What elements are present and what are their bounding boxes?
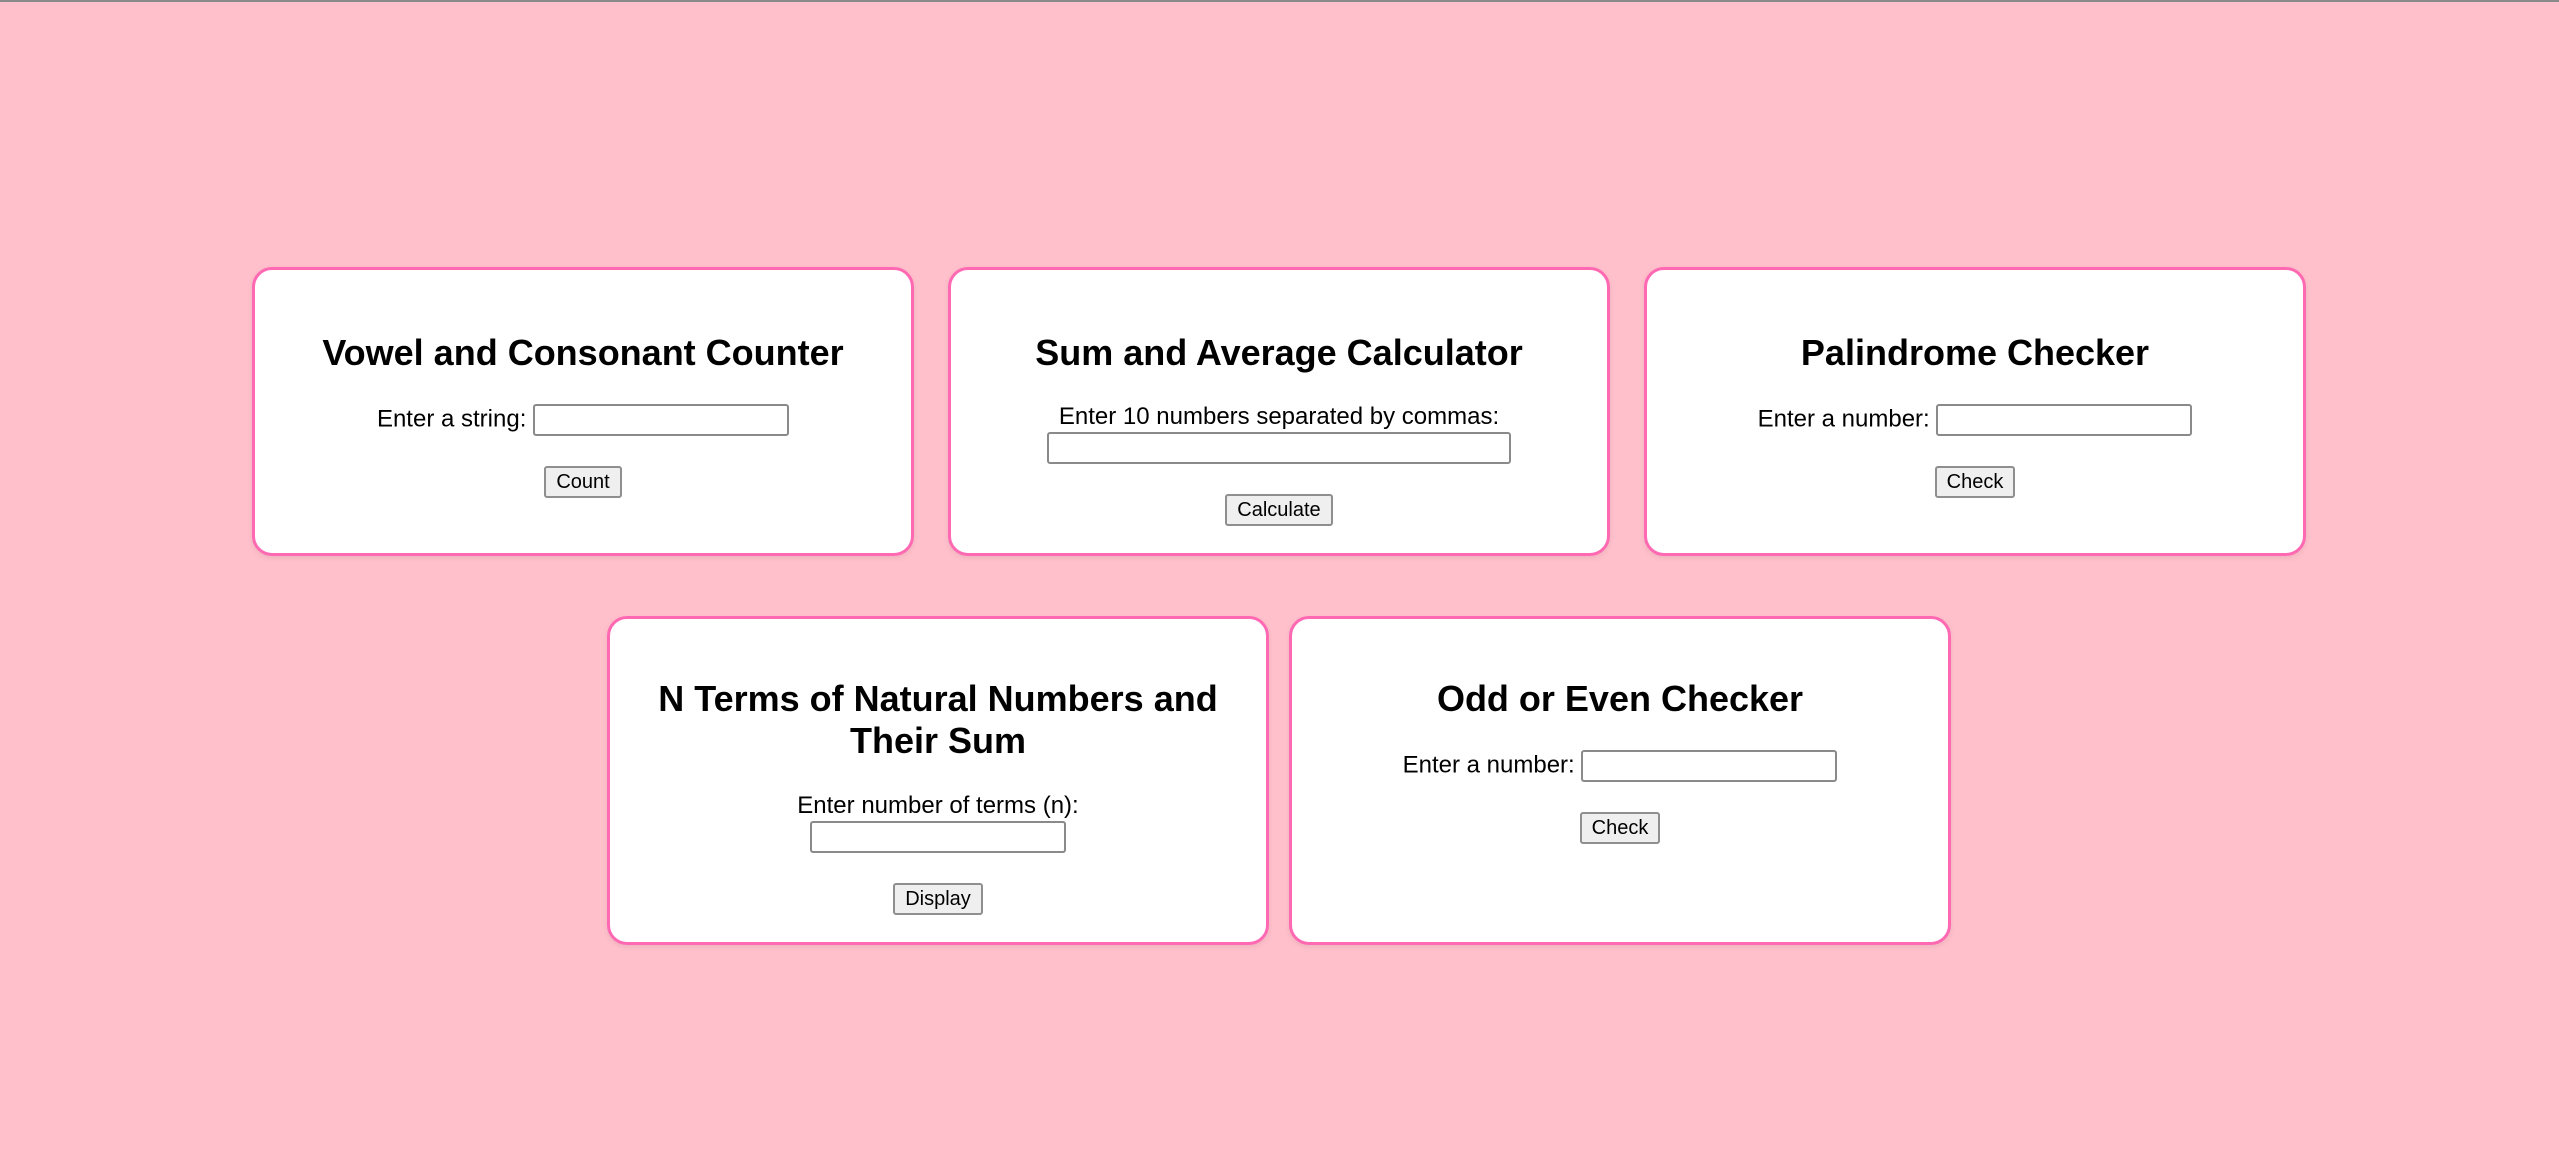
palindrome-button-row: Check: [1647, 466, 2303, 498]
odd-even-input[interactable]: [1581, 750, 1838, 782]
natural-numbers-input-row: [610, 821, 1266, 853]
vowel-consonant-label: Enter a string:: [376, 405, 527, 433]
sum-average-card: Sum and Average Calculator Enter 10 numb…: [948, 267, 1610, 556]
palindrome-field: Enter a number:: [1647, 404, 2303, 436]
calculate-button[interactable]: Calculate: [1225, 494, 1333, 526]
palindrome-label: Enter a number:: [1757, 405, 1930, 433]
sum-average-label: Enter 10 numbers separated by commas:: [1058, 403, 1500, 430]
odd-even-card: Odd or Even Checker Enter a number: Chec…: [1289, 616, 1951, 945]
odd-even-field: Enter a number:: [1292, 750, 1948, 782]
palindrome-input[interactable]: [1936, 404, 2193, 436]
odd-even-button-row: Check: [1292, 812, 1948, 844]
sum-average-input[interactable]: [1047, 432, 1511, 464]
vowel-consonant-field: Enter a string:: [255, 404, 911, 436]
natural-numbers-title: N Terms of Natural Numbers and Their Sum: [658, 678, 1218, 761]
palindrome-title: Palindrome Checker: [1800, 332, 2150, 373]
vowel-consonant-card: Vowel and Consonant Counter Enter a stri…: [252, 267, 914, 556]
odd-even-check-button[interactable]: Check: [1579, 812, 1661, 844]
natural-numbers-card: N Terms of Natural Numbers and Their Sum…: [607, 616, 1269, 945]
sum-average-button-row: Calculate: [951, 494, 1607, 526]
sum-average-input-row: [951, 432, 1607, 464]
natural-numbers-label: Enter number of terms (n):: [797, 792, 1079, 819]
vowel-consonant-input[interactable]: [533, 404, 790, 436]
sum-average-field: Enter 10 numbers separated by commas:: [951, 402, 1607, 432]
palindrome-check-button[interactable]: Check: [1934, 466, 2016, 498]
display-button[interactable]: Display: [893, 883, 983, 915]
count-button[interactable]: Count: [544, 466, 622, 498]
palindrome-card: Palindrome Checker Enter a number: Check: [1644, 267, 2306, 556]
natural-numbers-field: Enter number of terms (n):: [610, 791, 1266, 821]
odd-even-title: Odd or Even Checker: [1436, 678, 1804, 719]
vowel-consonant-title: Vowel and Consonant Counter: [322, 332, 844, 373]
vowel-consonant-button-row: Count: [255, 466, 911, 498]
natural-numbers-button-row: Display: [610, 883, 1266, 915]
natural-numbers-input[interactable]: [810, 821, 1066, 853]
sum-average-title: Sum and Average Calculator: [1035, 332, 1523, 373]
odd-even-label: Enter a number:: [1402, 751, 1575, 779]
